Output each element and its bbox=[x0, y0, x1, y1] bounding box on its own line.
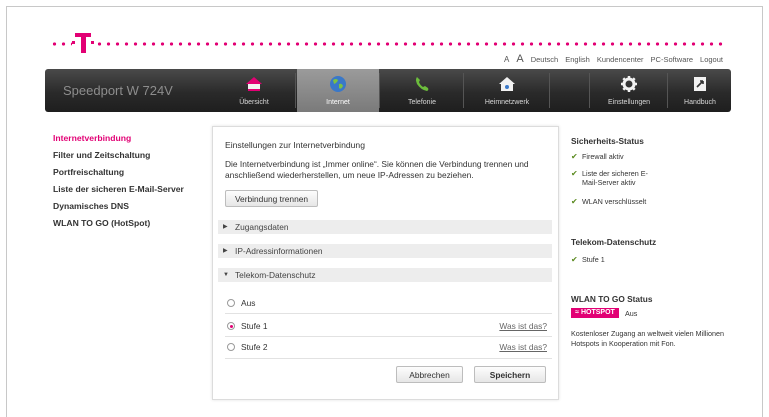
save-button[interactable]: Speichern bbox=[474, 366, 546, 383]
font-size-large-link[interactable]: A bbox=[516, 53, 523, 65]
home-icon bbox=[246, 77, 262, 91]
wifi-icon: ≈ bbox=[575, 309, 580, 316]
logout-link[interactable]: Logout bbox=[700, 55, 723, 64]
sidebar-item-email-server[interactable]: Liste der sicheren E-Mail-Server bbox=[53, 184, 184, 201]
sidebar-item-portfreischaltung[interactable]: Portfreischaltung bbox=[53, 167, 184, 184]
checkmark-icon: ✔ bbox=[571, 255, 578, 264]
section-label: Telekom-Datenschutz bbox=[235, 270, 316, 280]
hotspot-status-value: Aus bbox=[625, 309, 638, 318]
nav-tab-einstellungen[interactable]: Einstellungen bbox=[591, 69, 667, 112]
wlan-status-title: WLAN TO GO Status bbox=[571, 294, 653, 304]
cancel-button[interactable]: Abbrechen bbox=[396, 366, 463, 383]
nav-tab-heimnetzwerk[interactable]: Heimnetzwerk bbox=[465, 69, 549, 112]
nav-tab-label: Übersicht bbox=[239, 99, 269, 106]
section-ip-adressinformationen[interactable]: ▶ IP-Adressinformationen bbox=[218, 244, 552, 258]
nav-tab-label: Heimnetzwerk bbox=[484, 99, 530, 106]
pc-software-link[interactable]: PC-Software bbox=[651, 55, 694, 64]
privacy-option-aus[interactable]: Aus bbox=[227, 298, 547, 310]
sidebar-menu: Internetverbindung Filter und Zeitschalt… bbox=[53, 133, 184, 235]
checkmark-icon: ✔ bbox=[571, 152, 578, 161]
radio-label: Stufe 2 bbox=[241, 342, 268, 352]
privacy-option-stufe-2[interactable]: Stufe 2 Was ist das? bbox=[227, 342, 547, 354]
section-label: Zugangsdaten bbox=[235, 222, 289, 232]
product-name: Speedport W 724V bbox=[63, 83, 173, 98]
network-house-icon bbox=[499, 77, 515, 91]
nav-tab-label: Telefonie bbox=[407, 99, 437, 106]
privacy-status-title: Telekom-Datenschutz bbox=[571, 237, 657, 247]
panel-description: Die Internetverbindung ist „Immer online… bbox=[225, 159, 529, 180]
sidebar-item-dyndns[interactable]: Dynamisches DNS bbox=[53, 201, 184, 218]
settings-panel: Einstellungen zur Internetverbindung Die… bbox=[212, 126, 559, 400]
nav-tab-label: Internet bbox=[326, 99, 350, 106]
privacy-option-stufe-1[interactable]: Stufe 1 Was ist das? bbox=[227, 321, 547, 333]
chevron-right-icon: ▶ bbox=[223, 224, 228, 230]
kundencenter-link[interactable]: Kundencenter bbox=[597, 55, 644, 64]
security-status-title: Sicherheits-Status bbox=[571, 136, 644, 146]
main-navigation: Speedport W 724V Übersicht Internet Tele… bbox=[45, 69, 731, 112]
chevron-down-icon: ▼ bbox=[223, 272, 229, 278]
sidebar-item-filter[interactable]: Filter und Zeitschaltung bbox=[53, 150, 184, 167]
font-size-small-link[interactable]: A bbox=[504, 55, 509, 64]
telekom-logo[interactable] bbox=[72, 30, 94, 58]
radio-button[interactable] bbox=[227, 322, 235, 330]
section-telekom-datenschutz[interactable]: ▼ Telekom-Datenschutz bbox=[218, 268, 552, 282]
radio-label: Aus bbox=[241, 298, 256, 308]
nav-tab-uebersicht[interactable]: Übersicht bbox=[213, 69, 295, 112]
nav-tab-label: Einstellungen bbox=[607, 99, 651, 106]
help-link[interactable]: Was ist das? bbox=[499, 321, 547, 331]
section-label: IP-Adressinformationen bbox=[235, 246, 323, 256]
section-zugangsdaten[interactable]: ▶ Zugangsdaten bbox=[218, 220, 552, 234]
nav-tab-internet[interactable]: Internet bbox=[297, 69, 379, 112]
top-links: A A Deutsch English Kundencenter PC-Soft… bbox=[504, 53, 723, 65]
radio-button[interactable] bbox=[227, 299, 235, 307]
hotspot-description: Kostenloser Zugang an weltweit vielen Mi… bbox=[571, 329, 725, 348]
phone-icon bbox=[416, 77, 429, 91]
language-english-link[interactable]: English bbox=[565, 55, 590, 64]
globe-icon bbox=[330, 76, 346, 92]
hotspot-badge: ≈ HOTSPOT bbox=[571, 308, 619, 318]
disconnect-button[interactable]: Verbindung trennen bbox=[225, 190, 318, 207]
telekom-dot-bar bbox=[50, 42, 726, 46]
checkmark-icon: ✔ bbox=[571, 197, 578, 206]
chevron-right-icon: ▶ bbox=[223, 248, 228, 254]
checkmark-icon: ✔ bbox=[571, 169, 578, 178]
gear-icon bbox=[621, 76, 637, 92]
nav-tab-handbuch[interactable]: Handbuch bbox=[669, 69, 731, 112]
sidebar-item-wlan-to-go[interactable]: WLAN TO GO (HotSpot) bbox=[53, 218, 184, 235]
panel-title: Einstellungen zur Internetverbindung bbox=[225, 140, 365, 150]
manual-icon bbox=[694, 77, 706, 91]
nav-tab-label: Handbuch bbox=[684, 99, 716, 106]
radio-button[interactable] bbox=[227, 343, 235, 351]
help-link[interactable]: Was ist das? bbox=[499, 342, 547, 352]
radio-label: Stufe 1 bbox=[241, 321, 268, 331]
nav-tab-telefonie[interactable]: Telefonie bbox=[381, 69, 463, 112]
language-deutsch-link[interactable]: Deutsch bbox=[531, 55, 559, 64]
sidebar-item-internetverbindung[interactable]: Internetverbindung bbox=[53, 133, 184, 150]
